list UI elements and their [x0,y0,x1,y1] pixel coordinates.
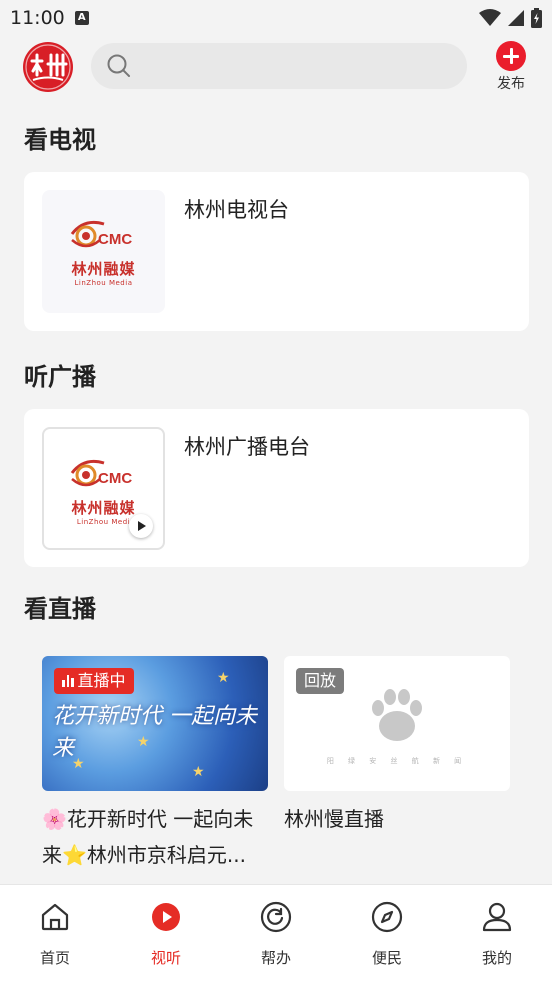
svg-text:CMC: CMC [98,470,132,487]
tab-label: 帮办 [260,949,291,967]
tab-label: 便民 [371,949,402,967]
tab-label: 我的 [481,949,512,967]
caption-line: 来⭐林州市京科启元... [42,843,246,867]
live-item[interactable]: 阳 绿 安 丝 航 新 闻 回放 林州慢直播 [284,656,510,837]
compass-icon [371,901,403,933]
publish-label: 发布 [497,76,525,92]
play-circle-icon [152,903,180,931]
bottom-tab-bar: 首页 视听 帮办 便民 我的 [0,884,552,983]
status-bar: 11:00 A [0,0,552,36]
section-title-live: 看直播 [24,595,96,623]
tv-station-title: 林州电视台 [184,198,289,222]
caption-line: 林州慢直播 [284,807,384,831]
logo-subtitle: LinZhou Media [74,279,133,287]
top-bar: 发布 [0,38,552,96]
live-thumbnail: ★ ★ ★ ★ ★ 花开新时代 一起向未来 直播中 [42,656,268,791]
tab-label: 首页 [39,949,70,967]
section-title-radio: 听广播 [24,363,96,391]
plus-circle-icon [496,41,526,71]
replay-badge: 回放 [296,668,345,694]
status-icons [479,8,542,28]
paw-placeholder-icon [372,689,422,741]
caption-line: 🌸花开新时代 一起向未 [42,807,254,831]
live-item[interactable]: ★ ★ ★ ★ ★ 花开新时代 一起向未来 直播中 🌸花开新时代 一起向未 来⭐… [42,656,268,873]
status-time: 11:00 [10,7,65,29]
live-status-label: 直播中 [77,671,126,690]
radio-station-card[interactable]: CMC 林州融媒 LinZhou Medi 林州广播电台 [24,409,529,567]
banner-text: 花开新时代 一起向未来 [52,704,257,761]
live-item-caption: 林州慢直播 [284,801,510,837]
tab-media[interactable]: 视听 [126,901,206,968]
star-decoration: ★ [192,764,205,780]
live-status-badge: 直播中 [54,668,134,694]
tab-label: 视听 [150,949,181,967]
tab-home[interactable]: 首页 [15,901,95,968]
replay-thumbnail: 阳 绿 安 丝 航 新 闻 回放 [284,656,510,791]
battery-icon [531,8,542,28]
live-bars-icon [62,675,74,687]
radio-station-thumbnail: CMC 林州融媒 LinZhou Medi [42,427,165,550]
user-icon [482,902,512,932]
notification-a-icon: A [74,11,89,25]
live-grid: ★ ★ ★ ★ ★ 花开新时代 一起向未来 直播中 🌸花开新时代 一起向未 来⭐… [42,656,512,886]
tab-help[interactable]: 帮办 [236,901,316,968]
placeholder-caption: 阳 绿 安 丝 航 新 闻 [326,757,468,765]
tv-station-thumbnail: CMC 林州融媒 LinZhou Media [42,190,165,313]
replay-label: 回放 [304,671,337,690]
linzhou-logo-icon[interactable] [23,42,73,92]
tv-station-card[interactable]: CMC 林州融媒 LinZhou Media 林州电视台 [24,172,529,331]
tab-services[interactable]: 便民 [347,901,427,968]
search-icon [107,54,130,77]
signal-icon [508,10,524,26]
home-icon [41,903,69,931]
publish-button[interactable]: 发布 [490,41,532,93]
live-item-caption: 🌸花开新时代 一起向未 来⭐林州市京科启元... [42,801,268,873]
svg-text:CMC: CMC [98,231,132,248]
search-input[interactable] [91,43,467,89]
radio-station-title: 林州广播电台 [184,435,310,459]
cmc-logo-icon: CMC [70,459,132,487]
section-title-tv: 看电视 [24,126,96,154]
star-decoration: ★ [217,670,230,686]
refresh-circle-icon [260,901,292,933]
media-logo: CMC 林州融媒 LinZhou Media [42,214,165,287]
wifi-icon [479,9,501,26]
cmc-logo-icon: CMC [70,220,132,248]
logo-name: 林州融媒 [71,260,136,278]
play-icon[interactable] [129,514,153,538]
tab-profile[interactable]: 我的 [457,901,537,968]
